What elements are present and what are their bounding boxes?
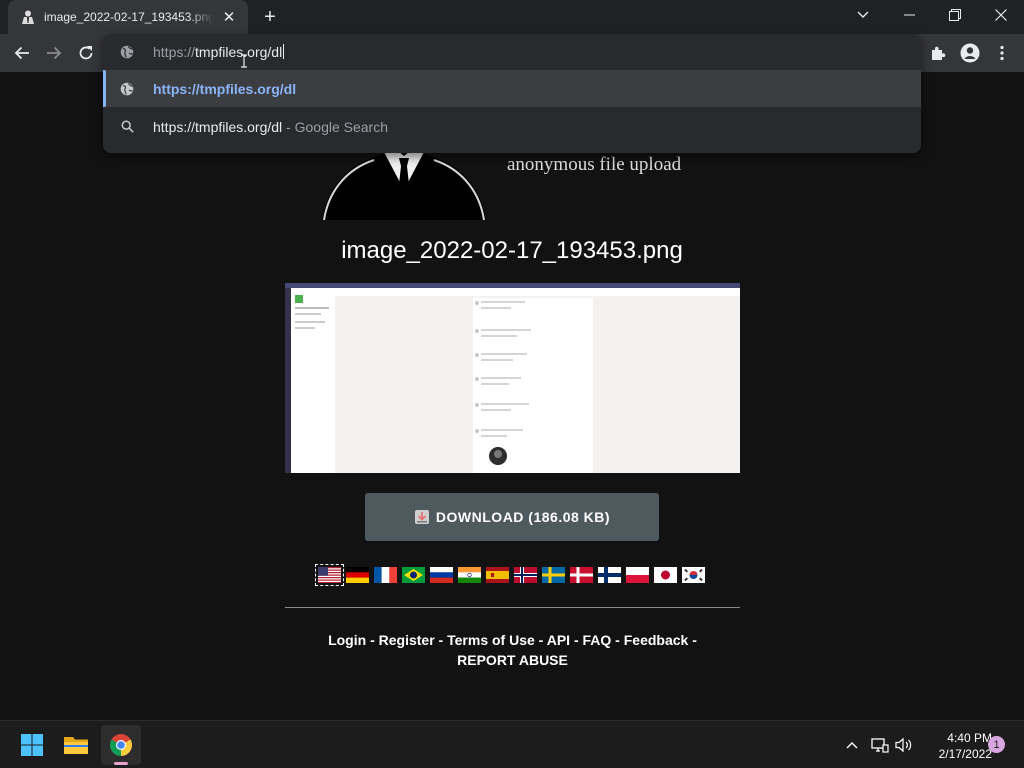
reload-icon bbox=[79, 46, 93, 60]
file-name-heading: image_2022-02-17_193453.png bbox=[341, 237, 683, 264]
site-tagline: anonymous file upload bbox=[507, 154, 682, 175]
footer-separator: - bbox=[688, 632, 697, 648]
flag-dk-icon[interactable] bbox=[570, 567, 593, 583]
speaker-icon bbox=[895, 737, 912, 753]
extensions-button[interactable] bbox=[924, 39, 952, 67]
url-scheme: https:// bbox=[153, 44, 196, 60]
flag-fi-icon[interactable] bbox=[598, 567, 621, 583]
flag-de-icon[interactable] bbox=[346, 567, 369, 583]
tab-favicon-icon bbox=[20, 9, 36, 25]
suggestion-url-text: https://tmpfiles.org/dl bbox=[153, 80, 297, 97]
flag-fr-icon[interactable] bbox=[374, 567, 397, 583]
tab-title: image_2022-02-17_193453.png - bbox=[44, 10, 214, 24]
faq-link[interactable]: FAQ bbox=[583, 632, 612, 648]
forward-button[interactable] bbox=[40, 39, 68, 67]
tab-search-chevron-icon[interactable] bbox=[850, 4, 876, 26]
chevron-up-icon bbox=[846, 742, 858, 749]
download-button[interactable]: DOWNLOAD (186.08 KB) bbox=[365, 493, 659, 541]
browser-tab[interactable]: image_2022-02-17_193453.png - ✕ bbox=[8, 0, 248, 34]
suggestion-search-text: https://tmpfiles.org/dl - Google Search bbox=[153, 119, 388, 135]
flag-ru-icon[interactable] bbox=[430, 567, 453, 583]
address-bar-input[interactable]: https://tmpfiles.org/dl bbox=[153, 44, 285, 60]
text-cursor-icon bbox=[241, 54, 247, 68]
new-tab-button[interactable]: + bbox=[258, 6, 282, 28]
download-button-label: DOWNLOAD (186.08 KB) bbox=[435, 509, 611, 525]
footer-separator: - bbox=[366, 632, 379, 648]
forward-arrow-icon bbox=[47, 46, 62, 60]
active-app-indicator bbox=[114, 762, 128, 765]
suggestion-url[interactable]: https://tmpfiles.org/dl bbox=[103, 70, 921, 107]
footer-separator: - bbox=[434, 632, 448, 648]
footer-divider bbox=[285, 607, 740, 608]
footer-separator: - bbox=[570, 632, 583, 648]
globe-icon bbox=[119, 81, 135, 97]
windows-logo-icon bbox=[21, 734, 43, 756]
flag-jp-icon[interactable] bbox=[654, 567, 677, 583]
system-clock[interactable]: 4:40 PM 2/17/2022 bbox=[916, 730, 992, 762]
globe-icon bbox=[119, 44, 135, 60]
search-icon bbox=[119, 119, 135, 135]
browser-menu-button[interactable] bbox=[988, 39, 1016, 67]
text-caret bbox=[283, 44, 285, 59]
footer-separator: - bbox=[534, 632, 547, 648]
notification-badge[interactable]: 1 bbox=[988, 736, 1005, 753]
clock-date: 2/17/2022 bbox=[938, 747, 992, 761]
network-button[interactable] bbox=[870, 735, 890, 755]
flag-no-icon[interactable] bbox=[514, 567, 537, 583]
volume-button[interactable] bbox=[894, 735, 914, 755]
close-tab-icon[interactable]: ✕ bbox=[220, 8, 238, 26]
windows-taskbar: 4:40 PM 2/17/2022 1 bbox=[0, 720, 1024, 768]
footer-separator: - bbox=[611, 632, 624, 648]
chrome-icon bbox=[110, 734, 132, 756]
report-abuse-link[interactable]: REPORT ABUSE bbox=[457, 652, 568, 668]
tab-strip: image_2022-02-17_193453.png - ✕ + bbox=[0, 0, 1024, 34]
suggestion-query: https://tmpfiles.org/dl bbox=[153, 118, 283, 135]
footer-nav: Login - Register - Terms of Use - API - … bbox=[285, 630, 740, 670]
suggestion-search[interactable]: https://tmpfiles.org/dl - Google Search bbox=[103, 108, 921, 145]
omnibox-dropdown: https://tmpfiles.org/dl https://tmpfiles… bbox=[103, 34, 921, 153]
puzzle-icon bbox=[932, 46, 946, 60]
flag-es-icon[interactable] bbox=[486, 567, 509, 583]
api-link[interactable]: API bbox=[547, 632, 570, 648]
flag-pl-icon[interactable] bbox=[626, 567, 649, 583]
flag-us-icon[interactable] bbox=[315, 564, 344, 586]
image-preview[interactable] bbox=[285, 283, 740, 473]
flag-kr-icon[interactable] bbox=[682, 567, 705, 583]
address-bar[interactable]: https://tmpfiles.org/dl bbox=[103, 34, 921, 70]
flag-in-icon[interactable] bbox=[458, 567, 481, 583]
kebab-menu-icon bbox=[1000, 45, 1004, 61]
profile-button[interactable] bbox=[956, 39, 984, 67]
close-window-button[interactable] bbox=[978, 0, 1024, 30]
file-explorer-button[interactable] bbox=[56, 725, 96, 765]
start-button[interactable] bbox=[12, 725, 52, 765]
back-arrow-icon bbox=[14, 46, 29, 60]
reload-button[interactable] bbox=[72, 39, 100, 67]
minimize-window-button[interactable] bbox=[886, 0, 932, 30]
download-icon bbox=[414, 510, 429, 524]
register-link[interactable]: Register bbox=[379, 632, 435, 648]
suggestion-provider: - Google Search bbox=[282, 118, 389, 135]
feedback-link[interactable]: Feedback bbox=[624, 632, 689, 648]
login-link[interactable]: Login bbox=[328, 632, 366, 648]
show-hidden-icons-button[interactable] bbox=[842, 735, 862, 755]
page-content: anonymous file upload image_2022-02-17_1… bbox=[0, 72, 1024, 720]
terms-of-use-link[interactable]: Terms of Use bbox=[447, 632, 535, 648]
language-selector bbox=[315, 563, 705, 587]
flag-se-icon[interactable] bbox=[542, 567, 565, 583]
url-host: tmpfiles.org/dl bbox=[195, 44, 283, 60]
back-button[interactable] bbox=[8, 39, 36, 67]
restore-window-button[interactable] bbox=[932, 0, 978, 30]
profile-avatar-icon bbox=[960, 43, 980, 63]
clock-time: 4:40 PM bbox=[947, 731, 992, 745]
network-monitor-icon bbox=[871, 738, 889, 753]
flag-br-icon[interactable] bbox=[402, 567, 425, 583]
chrome-taskbar-button[interactable] bbox=[101, 725, 141, 765]
screen: image_2022-02-17_193453.png - ✕ + anonym… bbox=[0, 0, 1024, 768]
screenshot-preview-image bbox=[285, 283, 740, 473]
folder-icon bbox=[64, 737, 88, 754]
